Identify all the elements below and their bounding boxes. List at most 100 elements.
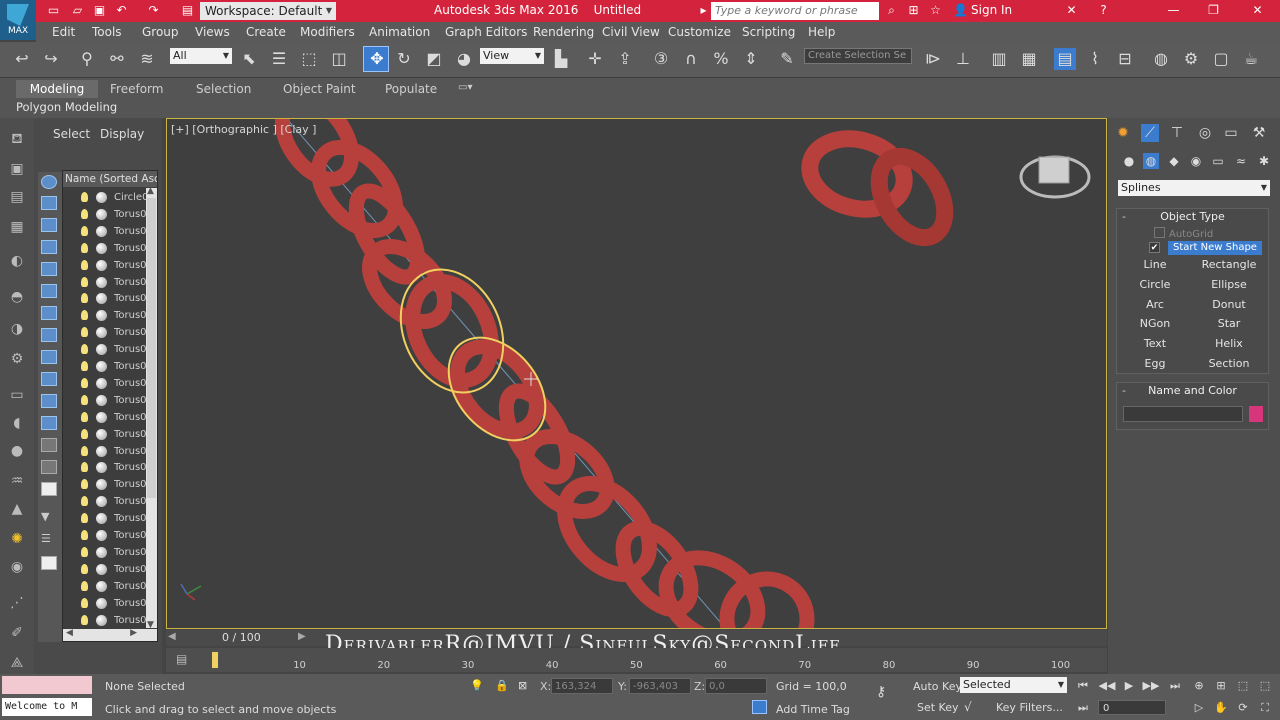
- object-color-swatch[interactable]: [1249, 406, 1263, 422]
- light-bulb-icon[interactable]: [81, 462, 88, 473]
- maxscript-listener-input[interactable]: [2, 676, 92, 694]
- geometry-icon[interactable]: ●: [1121, 153, 1137, 169]
- light-bulb-icon[interactable]: [81, 530, 88, 540]
- filter-shapes-icon[interactable]: [41, 218, 57, 232]
- shape-button-circle[interactable]: Circle: [1122, 277, 1188, 293]
- ribbon-tab-selection[interactable]: Selection: [196, 82, 251, 96]
- snaps-toggle-icon[interactable]: ③: [650, 48, 672, 70]
- filter-hidden-icon[interactable]: [41, 438, 57, 452]
- list-item[interactable]: Torus0: [63, 443, 146, 460]
- list-item[interactable]: Torus0: [63, 595, 146, 612]
- render-setup-icon[interactable]: ⚙: [1180, 48, 1202, 70]
- link-icon[interactable]: ⚲: [76, 48, 98, 70]
- light-bulb-icon[interactable]: [81, 496, 88, 507]
- favorites-star-icon[interactable]: ☆: [928, 3, 943, 18]
- shape-button-text[interactable]: Text: [1122, 336, 1188, 352]
- menu-tools[interactable]: Tools: [92, 25, 122, 39]
- undo-icon[interactable]: ↶: [114, 3, 129, 18]
- menu-edit[interactable]: Edit: [52, 25, 75, 39]
- zoom-icon[interactable]: ⊕: [1190, 678, 1208, 694]
- select-by-name-icon[interactable]: ☰: [268, 48, 290, 70]
- spinner-snap-icon[interactable]: ⇕: [740, 48, 762, 70]
- object-type-rollout-header[interactable]: - Object Type: [1116, 209, 1269, 225]
- light-bulb-icon[interactable]: [81, 377, 88, 388]
- key-mode-toggle-icon[interactable]: ⏭: [1074, 700, 1092, 716]
- filter-cameras-icon[interactable]: [41, 262, 57, 276]
- placement-icon[interactable]: ◕: [453, 48, 475, 70]
- helpers-icon[interactable]: ▭: [1210, 153, 1226, 169]
- workspace-dropdown[interactable]: Workspace: Default ▼: [200, 2, 336, 20]
- systems-icon[interactable]: ⚙: [8, 350, 26, 368]
- minimize-icon[interactable]: —: [1166, 3, 1181, 18]
- light-bulb-icon[interactable]: [81, 310, 88, 321]
- explorer-tab-select[interactable]: Select: [53, 127, 90, 141]
- list-item[interactable]: Torus0: [63, 392, 146, 409]
- menu-create[interactable]: Create: [246, 25, 286, 39]
- explorer-horizontal-scrollbar[interactable]: ◀ ▶: [63, 628, 157, 641]
- list-item[interactable]: Torus0: [63, 257, 146, 274]
- y-coordinate-field[interactable]: -963,403: [629, 678, 691, 694]
- window-crossing-icon[interactable]: ◫: [328, 48, 350, 70]
- default-tangent-icon[interactable]: √: [964, 700, 972, 714]
- key-filters-button[interactable]: Key Filters...: [996, 701, 1063, 714]
- list-item[interactable]: Torus0: [63, 426, 146, 443]
- hierarchy-icon[interactable]: ▦: [8, 218, 26, 236]
- percent-snap-icon[interactable]: %: [710, 48, 732, 70]
- light-bulb-icon[interactable]: [81, 597, 88, 608]
- shape-button-rectangle[interactable]: Rectangle: [1196, 257, 1262, 273]
- align-icon[interactable]: ⊥: [952, 48, 974, 70]
- list-item[interactable]: Torus0: [63, 612, 146, 629]
- chain-link[interactable]: [609, 516, 704, 621]
- scale-icon[interactable]: ◩: [423, 48, 445, 70]
- zoom-extents-icon[interactable]: ⬚: [1234, 678, 1252, 694]
- light-bulb-icon[interactable]: [81, 580, 88, 591]
- help-icon[interactable]: ?: [1096, 3, 1111, 18]
- pan-view-icon[interactable]: ✋: [1212, 700, 1230, 716]
- menu-rendering[interactable]: Rendering: [533, 25, 594, 39]
- ribbon-tab-freeform[interactable]: Freeform: [110, 82, 163, 96]
- scroll-up-icon[interactable]: ▲: [147, 186, 154, 196]
- menu-scripting[interactable]: Scripting: [742, 25, 795, 39]
- select-object-icon[interactable]: ⬉: [238, 48, 260, 70]
- list-item[interactable]: Torus0: [63, 510, 146, 527]
- open-file-icon[interactable]: ▱: [70, 3, 85, 18]
- cone-icon[interactable]: ▲: [8, 500, 26, 518]
- select-and-move-button[interactable]: ✥: [363, 46, 389, 72]
- shapes-icon[interactable]: ◍: [1143, 153, 1159, 169]
- list-item[interactable]: Torus0: [63, 324, 146, 341]
- camera-icon[interactable]: ◓: [8, 288, 26, 306]
- hierarchy-tab-icon[interactable]: ⊤: [1168, 124, 1186, 142]
- curve-editor-icon[interactable]: ⌇: [1084, 48, 1106, 70]
- reference-coordinate-dropdown[interactable]: View ▼: [480, 48, 544, 64]
- slider-prev-icon[interactable]: ◀: [168, 631, 176, 642]
- list-item[interactable]: Torus0: [63, 223, 146, 240]
- display-icon[interactable]: ▤: [8, 188, 26, 206]
- edit-named-selection-icon[interactable]: ✎: [776, 48, 798, 70]
- light-bulb-icon[interactable]: [81, 259, 88, 270]
- search-input[interactable]: Type a keyword or phrase: [711, 2, 879, 20]
- field-of-view-icon[interactable]: ▷: [1190, 700, 1208, 716]
- filter-helpers-icon[interactable]: [41, 284, 57, 298]
- zoom-extents-all-icon[interactable]: ⬚: [1256, 678, 1274, 694]
- explorer-tab-display[interactable]: Display: [100, 127, 144, 141]
- shape-button-donut[interactable]: Donut: [1196, 297, 1262, 313]
- scroll-right-icon[interactable]: ▶: [130, 628, 137, 638]
- shape-button-helix[interactable]: Helix: [1196, 336, 1262, 352]
- shape-category-dropdown[interactable]: Splines ▼: [1118, 180, 1270, 196]
- motion-tab-icon[interactable]: ◎: [1196, 124, 1214, 142]
- shape-button-ngon[interactable]: NGon: [1122, 316, 1188, 332]
- utilities-tab-icon[interactable]: ⚒: [1250, 124, 1268, 142]
- angle-snap-icon[interactable]: ∩: [680, 48, 702, 70]
- material-editor-icon[interactable]: ◍: [1150, 48, 1172, 70]
- explorer-column-header[interactable]: Name (Sorted Ascen: [63, 171, 157, 187]
- current-frame-field[interactable]: 0: [1098, 700, 1166, 715]
- toggle-icon[interactable]: [41, 556, 57, 570]
- systems-icon[interactable]: ✱: [1256, 153, 1272, 169]
- redo-icon[interactable]: ↪: [40, 48, 62, 70]
- pivot-point-icon[interactable]: ▙: [550, 48, 572, 70]
- autogrid-checkbox[interactable]: AutoGrid: [1154, 227, 1213, 240]
- time-tag-icon[interactable]: [752, 700, 767, 714]
- helper-icon[interactable]: ◑: [8, 320, 26, 338]
- shape-button-ellipse[interactable]: Ellipse: [1196, 277, 1262, 293]
- viewport-label[interactable]: [+] [Orthographic ] [Clay ]: [171, 123, 316, 136]
